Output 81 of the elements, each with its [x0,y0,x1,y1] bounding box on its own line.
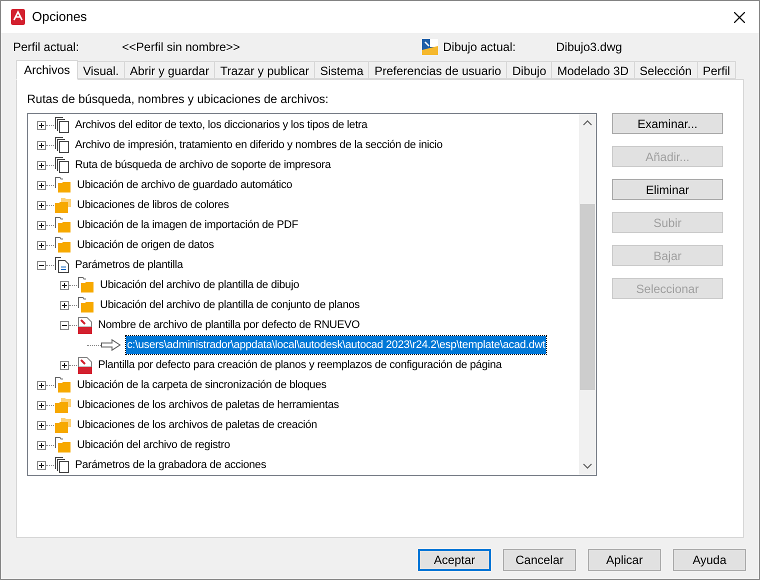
tree-item[interactable]: Ubicación del archivo de plantilla de dibujo [99,276,300,294]
folders-icon [55,197,71,213]
window-title: Opciones [32,8,87,26]
tree-item[interactable]: Ubicación de origen de datos [76,236,215,254]
tab[interactable]: Abrir y guardar [124,61,216,79]
drawing-icon [422,39,438,55]
tree-item[interactable]: Parámetros de plantilla [74,256,184,274]
expand-toggle[interactable] [37,180,46,190]
tree-item[interactable]: Nombre de archivo de plantilla por defecto de RNUEVO [97,316,361,334]
side-button[interactable]: Examinar... [612,113,723,134]
tab[interactable]: Archivos [16,60,78,80]
expand-toggle[interactable] [37,380,46,390]
expand-toggle[interactable] [37,440,46,450]
tree-item[interactable]: Ubicación de la carpeta de sincronización de bloques [76,376,328,394]
tree-item[interactable]: Ubicaciones de libros de colores [76,196,230,214]
tab[interactable]: Dibujo [506,61,552,79]
collapse-toggle[interactable] [60,320,69,330]
profile-value: <<Perfil sin nombre>> [122,39,242,56]
dialog-button[interactable]: Aplicar [588,549,661,571]
tab[interactable]: Perfil [696,61,736,79]
dwt-file-icon [78,356,92,374]
folder-icon [55,177,71,193]
scroll-down-icon[interactable] [583,463,592,469]
folder-icon [55,217,71,233]
expand-toggle[interactable] [37,140,46,150]
documents-icon [55,117,69,133]
scroll-up-icon[interactable] [583,120,592,126]
template-icon [55,257,69,273]
expand-toggle[interactable] [37,400,46,410]
expand-toggle[interactable] [37,460,46,470]
drawing-value: Dibujo3.dwg [556,39,622,56]
documents-icon [55,457,69,473]
tree-item[interactable]: Ruta de búsqueda de archivo de soporte de impresora [74,156,332,174]
tab[interactable]: Preferencias de usuario [368,61,508,79]
expand-toggle[interactable] [37,200,46,210]
collapse-toggle[interactable] [37,260,46,270]
folder-icon [55,237,71,253]
folder-icon [55,437,71,453]
documents-icon [55,157,69,173]
tree-item[interactable]: Ubicación del archivo de plantilla de conjunto de planos [99,296,361,314]
documents-icon [55,137,69,153]
dwt-file-icon [78,316,92,334]
tree-label: Rutas de búsqueda, nombres y ubicaciones de archivos: [27,92,329,106]
dialog-button[interactable]: Cancelar [503,549,576,571]
folder-icon [78,277,94,293]
tree-item[interactable]: Parámetros de la grabadora de acciones [74,456,268,474]
tab[interactable]: Selección [634,61,698,79]
folders-icon [55,397,71,413]
close-icon [734,12,744,22]
tree-item[interactable]: Ubicaciones de los archivos de paletas de herramientas [76,396,340,414]
tree-item[interactable]: Ubicación de la imagen de importación de PDF [76,216,300,234]
side-button[interactable]: Eliminar [612,179,723,200]
dialog-button[interactable]: Aceptar [418,549,491,571]
folder-icon [55,377,71,393]
profile-label: Perfil actual: [13,39,80,56]
expand-toggle[interactable] [60,360,69,370]
expand-toggle[interactable] [37,240,46,250]
tab[interactable]: Modelado 3D [551,61,635,79]
tree-item[interactable]: Archivo de impresión, tratamiento en diferido y nombres de la sección de inicio [74,136,444,154]
expand-toggle[interactable] [37,160,46,170]
tab[interactable]: Visual. [77,61,125,79]
expand-toggle[interactable] [37,220,46,230]
app-logo-icon [11,9,25,25]
folder-icon [78,297,94,313]
tree-item[interactable]: Ubicación de archivo de guardado automático [76,176,294,194]
expand-toggle[interactable] [60,280,69,290]
tree-item[interactable]: c:\users\administrador\appdata\local\autodesk\autocad 2023\r24.2\esp\template\acad.dwt [126,336,546,354]
drawing-label: Dibujo actual: [443,39,517,56]
dialog-button[interactable]: Ayuda [673,549,746,571]
scrollbar-thumb[interactable] [580,204,595,390]
tree-item[interactable]: Ubicaciones de los archivos de paletas de creación [76,416,318,434]
tree-item[interactable]: Archivos del editor de texto, los diccionarios y los tipos de letra [74,116,368,134]
tree-item[interactable]: Ubicación del archivo de registro [76,436,231,454]
expand-toggle[interactable] [37,120,46,130]
tab[interactable]: Trazar y publicar [214,61,316,79]
arrow-icon [101,339,121,351]
tab[interactable]: Sistema [314,61,370,79]
expand-toggle[interactable] [60,300,69,310]
folders-icon [55,417,71,433]
tree-item[interactable]: Plantilla por defecto para creación de planos y reemplazos de configuración de página [97,356,503,374]
expand-toggle[interactable] [37,420,46,430]
